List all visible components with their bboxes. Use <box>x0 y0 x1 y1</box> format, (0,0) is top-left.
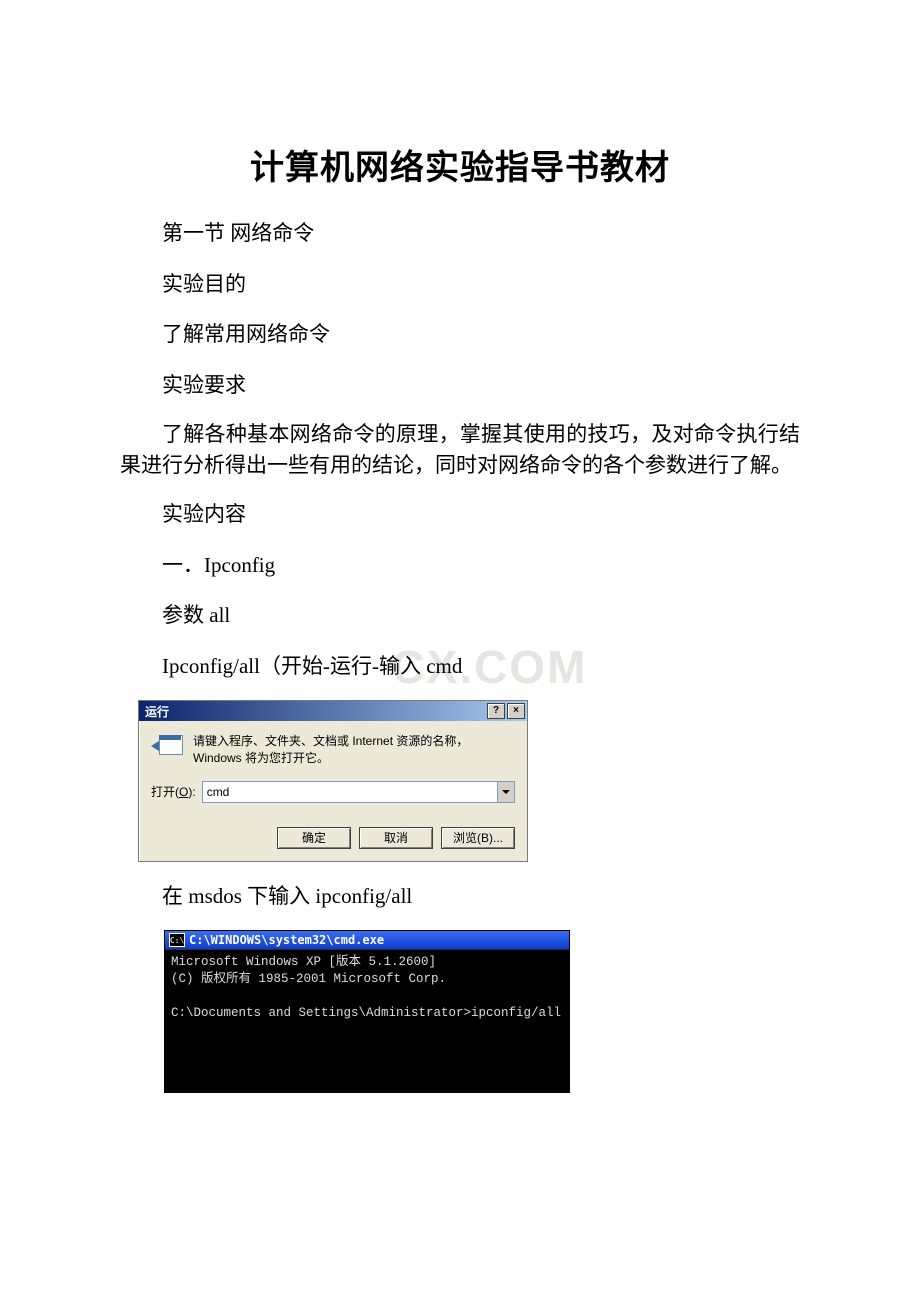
content-heading: 实验内容 <box>120 498 800 531</box>
close-button[interactable]: × <box>507 703 525 719</box>
cmd-output: Microsoft Windows XP [版本 5.1.2600] (C) 版… <box>165 949 569 1092</box>
open-combobox[interactable] <box>202 781 515 803</box>
purpose-body: 了解常用网络命令 <box>120 318 800 351</box>
item-ipconfig: 一．Ipconfig <box>120 549 800 582</box>
doc-title: 计算机网络实验指导书教材 <box>120 140 800 189</box>
dropdown-button[interactable] <box>497 782 514 802</box>
requirement-body: 了解各种基本网络命令的原理，掌握其使用的技巧，及对命令执行结果进行分析得出一些有… <box>120 419 800 480</box>
help-button[interactable]: ? <box>487 703 505 719</box>
cmd-icon: C:\ <box>169 933 185 947</box>
after-dialog-text: 在 msdos 下输入 ipconfig/all <box>120 880 800 913</box>
cmd-window: C:\ C:\WINDOWS\system32\cmd.exe Microsof… <box>164 930 570 1093</box>
run-dialog-icon <box>151 733 183 757</box>
run-dialog-description: 请键入程序、文件夹、文档或 Internet 资源的名称，Windows 将为您… <box>193 733 515 767</box>
run-dialog-title: 运行 <box>145 703 169 720</box>
cmd-title: C:\WINDOWS\system32\cmd.exe <box>189 933 384 947</box>
browse-button[interactable]: 浏览(B)... <box>441 827 515 849</box>
open-label: 打开(O): <box>151 783 196 800</box>
param-line: 参数 all <box>120 599 800 632</box>
cmd-titlebar: C:\ C:\WINDOWS\system32\cmd.exe <box>165 931 569 949</box>
open-input[interactable] <box>203 782 497 802</box>
section-heading: 第一节 网络命令 <box>120 217 800 250</box>
purpose-heading: 实验目的 <box>120 268 800 301</box>
run-dialog: 运行 ? × 请键入程序、文件夹、文档或 Internet 资源的名称，Wind… <box>138 700 528 862</box>
run-dialog-titlebar: 运行 ? × <box>139 701 527 721</box>
cmd-invocation-line: Ipconfig/all（开始-运行-输入 cmd <box>120 650 800 683</box>
cancel-button[interactable]: 取消 <box>359 827 433 849</box>
requirement-heading: 实验要求 <box>120 369 800 402</box>
ok-button[interactable]: 确定 <box>277 827 351 849</box>
